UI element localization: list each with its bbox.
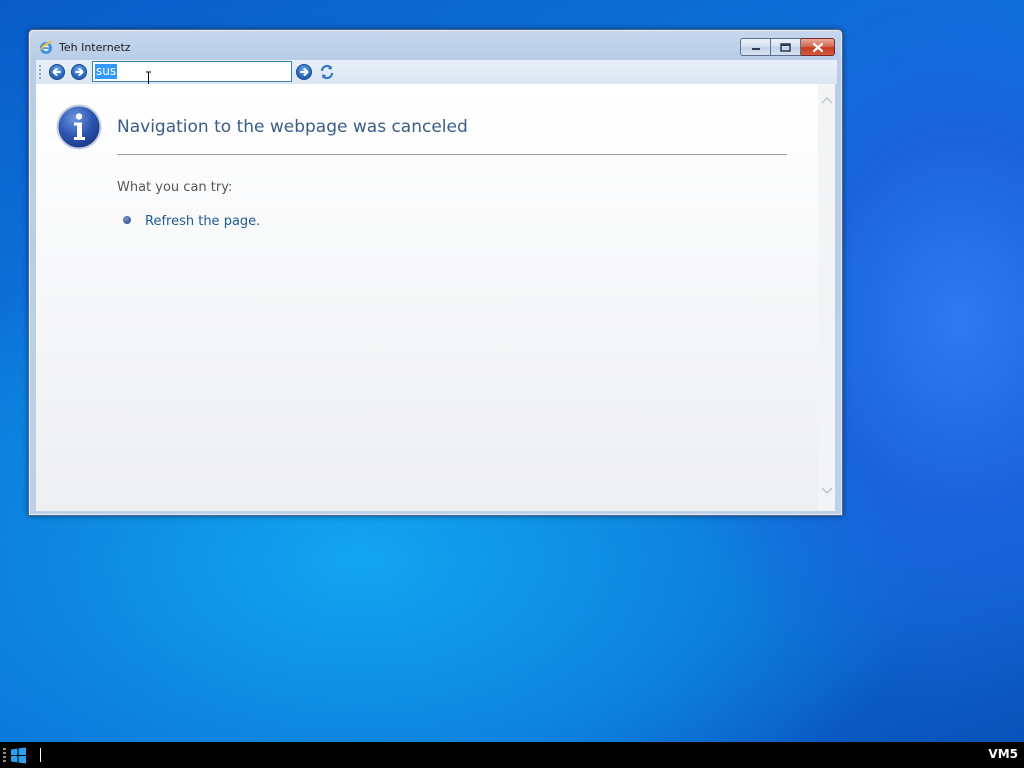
back-button[interactable]	[49, 64, 65, 80]
taskbar-grip[interactable]	[3, 748, 6, 762]
suggestions-label: What you can try:	[117, 180, 233, 195]
info-icon	[56, 104, 102, 150]
internet-explorer-icon	[39, 40, 53, 54]
bullet-icon	[123, 216, 131, 224]
go-button[interactable]	[296, 64, 312, 80]
window-title: Teh Internetz	[59, 41, 131, 54]
close-icon	[812, 42, 823, 52]
minimize-icon	[751, 48, 760, 50]
refresh-page-link[interactable]: Refresh the page.	[145, 214, 260, 229]
scroll-up-arrow-icon[interactable]	[818, 92, 835, 109]
address-input[interactable]	[92, 61, 292, 82]
go-arrow-icon	[300, 68, 309, 76]
divider	[117, 154, 787, 155]
forward-button[interactable]	[71, 64, 87, 80]
desktop: Teh Internetz sus sus Navigation to the …	[0, 0, 1024, 742]
navigation-toolbar: sus	[36, 60, 837, 86]
back-arrow-icon	[52, 68, 61, 76]
page-heading: Navigation to the webpage was canceled	[117, 117, 468, 137]
toolbar-grip[interactable]	[39, 65, 41, 79]
vm-label: VM5	[988, 747, 1018, 761]
address-selected-text: sus	[95, 64, 118, 79]
title-bar[interactable]: Teh Internetz	[29, 30, 842, 60]
windows-start-icon[interactable]	[10, 747, 27, 764]
caption-buttons	[740, 38, 835, 56]
minimize-button[interactable]	[740, 38, 771, 56]
page-content: Navigation to the webpage was canceled W…	[36, 84, 835, 511]
taskbar-separator	[40, 748, 41, 762]
browser-window: Teh Internetz sus sus Navigation to the …	[28, 29, 843, 516]
vertical-scrollbar[interactable]	[818, 84, 835, 511]
forward-arrow-icon	[75, 68, 84, 76]
scroll-down-arrow-icon[interactable]	[818, 483, 835, 500]
maximize-button[interactable]	[771, 38, 801, 56]
taskbar: VM5	[0, 742, 1024, 768]
refresh-icon[interactable]	[319, 64, 335, 80]
maximize-icon	[780, 42, 791, 52]
close-button[interactable]	[801, 38, 835, 56]
